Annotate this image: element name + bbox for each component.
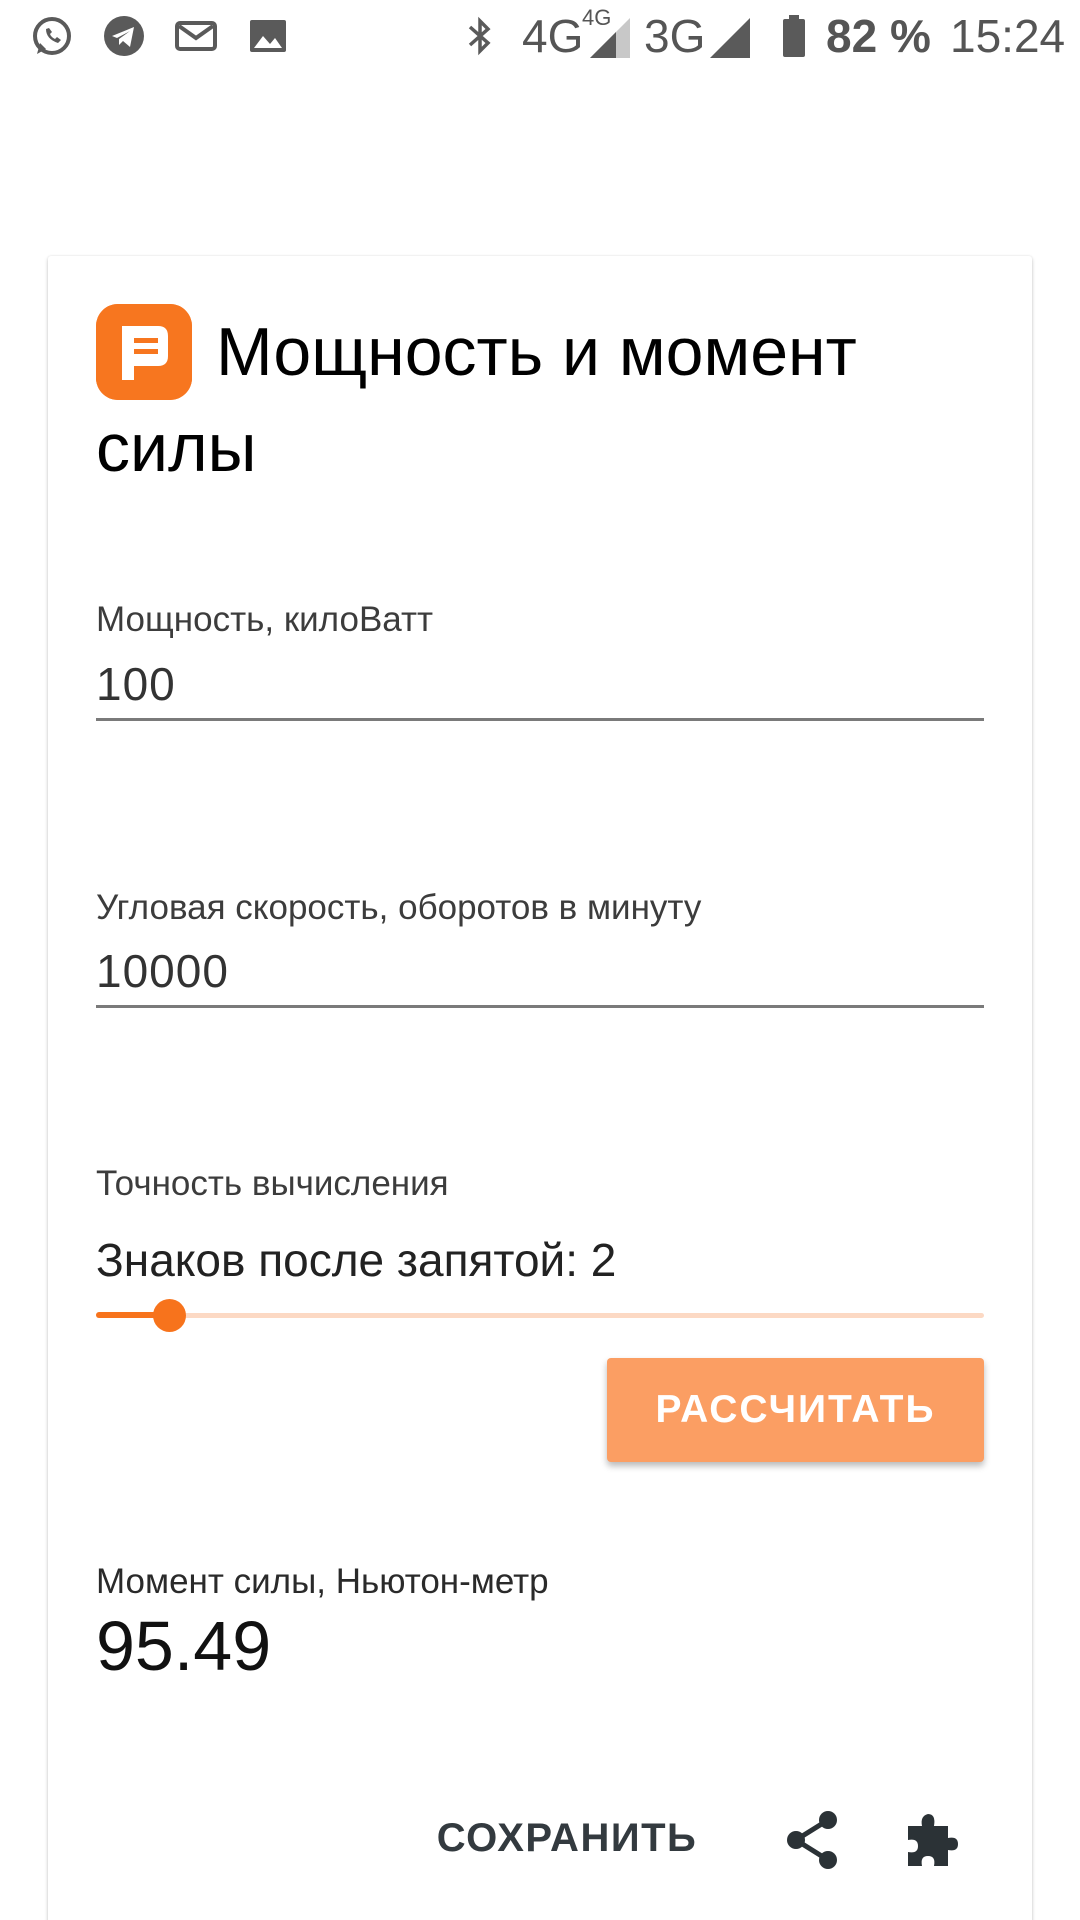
slider-thumb[interactable] (153, 1299, 186, 1332)
speed-input[interactable] (96, 937, 984, 1008)
signal-icon (706, 14, 754, 62)
result-label: Момент силы, Ньютон-метр (96, 1562, 549, 1601)
calculate-button[interactable]: РАССЧИТАТЬ (607, 1358, 984, 1462)
status-bar: 4G 4G 3G 82 % 15:24 (0, 0, 1080, 72)
page-title: Мощность и момент силы (96, 314, 857, 486)
slider-track[interactable] (96, 1313, 984, 1318)
screen: 4G 4G 3G 82 % 15:24 Мощность и момент си… (0, 0, 1080, 1920)
telegram-icon (100, 12, 148, 60)
speed-label: Угловая скорость, оборотов в минуту (96, 888, 702, 927)
image-icon (244, 12, 292, 60)
mail-icon (172, 12, 220, 60)
battery-icon (770, 12, 818, 60)
network-3g-label: 3G (644, 10, 706, 62)
precision-label: Точность вычисления (96, 1164, 449, 1203)
clock-label: 15:24 (950, 10, 1066, 62)
save-button[interactable]: СОХРАНИТЬ (422, 1806, 712, 1870)
extension-button[interactable] (896, 1804, 968, 1876)
bluetooth-icon (456, 12, 504, 60)
share-icon (776, 1804, 848, 1876)
whatsapp-icon (28, 12, 76, 60)
signal-icon (586, 14, 634, 62)
network-4g-label: 4G (522, 10, 584, 62)
power-input[interactable] (96, 650, 984, 721)
power-label: Мощность, килоВатт (96, 600, 434, 639)
share-button[interactable] (776, 1804, 848, 1876)
battery-percent-label: 82 % (826, 10, 931, 62)
puzzle-icon (896, 1804, 968, 1876)
precision-value-text: Знаков после запятой: 2 (96, 1234, 617, 1286)
result-value: 95.49 (96, 1607, 272, 1685)
precision-slider[interactable] (96, 1294, 984, 1338)
